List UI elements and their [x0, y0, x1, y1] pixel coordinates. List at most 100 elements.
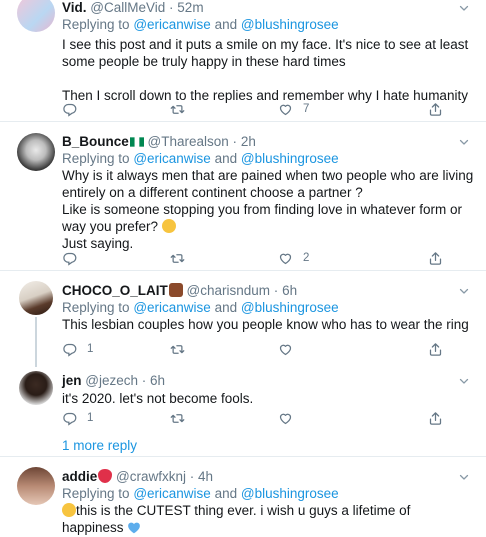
- separator: ·: [169, 0, 174, 15]
- mention-link[interactable]: @blushingrosee: [241, 17, 339, 32]
- mention-link[interactable]: @blushingrosee: [241, 300, 339, 315]
- mention-link[interactable]: @ericanwise: [133, 300, 210, 315]
- tweet-text: This lesbian couples how you people know…: [62, 317, 469, 332]
- retweet-button[interactable]: [170, 409, 185, 427]
- like-count: 7: [303, 103, 310, 115]
- strawberry-icon: [98, 469, 113, 483]
- reply-icon: [62, 102, 77, 117]
- user-handle[interactable]: @charisndum: [187, 283, 271, 298]
- replying-to: Replying to @ericanwise and @blushingros…: [62, 16, 474, 33]
- avatar[interactable]: [17, 467, 55, 505]
- user-handle[interactable]: @CallMeVid: [90, 0, 165, 15]
- share-button[interactable]: [428, 100, 443, 118]
- reply-button[interactable]: [62, 100, 77, 118]
- timestamp[interactable]: 2h: [241, 134, 256, 149]
- share-icon: [428, 342, 443, 357]
- reply-button[interactable]: 1: [62, 409, 93, 427]
- like-button[interactable]: 2: [278, 249, 309, 267]
- retweet-button[interactable]: [170, 340, 185, 358]
- blue-heart-icon: [128, 522, 141, 534]
- tweet-header: B_Bounce @Tharealson · 2h: [62, 134, 474, 150]
- retweet-button[interactable]: [170, 249, 185, 267]
- like-button[interactable]: 7: [278, 100, 309, 118]
- reply-button[interactable]: [62, 249, 77, 267]
- chocolate-icon: [168, 283, 183, 297]
- display-name[interactable]: addie: [62, 469, 97, 484]
- mention-link[interactable]: @blushingrosee: [241, 151, 339, 166]
- mention-link[interactable]: @ericanwise: [133, 17, 210, 32]
- chevron-down-icon[interactable]: [458, 375, 470, 387]
- user-handle[interactable]: @Tharealson: [148, 134, 229, 149]
- tweet-text-main: Why is it always men that are pained whe…: [62, 168, 474, 234]
- tweet-jen[interactable]: jen @jezech · 6h it's 2020. let's not be…: [62, 373, 474, 407]
- tweet-actions: 1: [62, 409, 342, 427]
- mention-link[interactable]: @blushingrosee: [241, 486, 339, 501]
- retweet-button[interactable]: [170, 100, 185, 118]
- replying-to: Replying to @ericanwise and @blushingros…: [62, 485, 474, 502]
- avatar[interactable]: [19, 281, 53, 315]
- tweet-vid[interactable]: Vid. @CallMeVid · 52m Replying to @erica…: [0, 0, 486, 122]
- retweet-icon: [170, 411, 185, 426]
- chevron-down-icon[interactable]: [458, 136, 470, 148]
- timestamp[interactable]: 52m: [177, 0, 203, 15]
- user-handle[interactable]: @jezech: [85, 373, 138, 388]
- timestamp[interactable]: 4h: [198, 469, 213, 484]
- tweet-actions: 2: [62, 249, 342, 267]
- reply-icon: [62, 342, 77, 357]
- chevron-down-icon[interactable]: [458, 2, 470, 14]
- tweet-header: CHOCO_O_LAIT @charisndum · 6h: [62, 283, 474, 299]
- thinking-face-icon: [161, 219, 176, 233]
- share-icon: [428, 251, 443, 266]
- display-name[interactable]: B_Bounce: [62, 134, 129, 149]
- reply-count: 1: [87, 412, 94, 424]
- tweet-header: Vid. @CallMeVid · 52m: [62, 0, 474, 16]
- timestamp[interactable]: 6h: [282, 283, 297, 298]
- reply-icon: [62, 251, 77, 266]
- and-label: and: [214, 151, 238, 166]
- nigeria-flag-icon: [129, 137, 144, 147]
- tweet-text-main: this is the CUTEST thing ever. i wish u …: [62, 503, 415, 535]
- reply-button[interactable]: 1: [62, 340, 93, 358]
- avatar[interactable]: [17, 133, 55, 171]
- mention-link[interactable]: @ericanwise: [133, 151, 210, 166]
- tweet-choco[interactable]: CHOCO_O_LAIT @charisndum · 6h Replying t…: [62, 283, 474, 333]
- share-button[interactable]: [428, 409, 443, 427]
- separator: ·: [189, 469, 195, 484]
- heart-icon: [278, 102, 293, 117]
- more-replies-link[interactable]: 1 more reply: [62, 438, 137, 453]
- chevron-down-icon[interactable]: [458, 471, 470, 483]
- retweet-icon: [170, 342, 185, 357]
- like-button[interactable]: [278, 409, 293, 427]
- tweet-addie[interactable]: addie @crawfxknj · 4h Replying to @erica…: [0, 457, 486, 537]
- replying-label: Replying to: [62, 17, 130, 32]
- tweet-text: Why is it always men that are pained whe…: [62, 167, 474, 235]
- smiling-face-icon: [62, 503, 76, 517]
- reply-icon: [62, 411, 77, 426]
- mention-link[interactable]: @ericanwise: [133, 486, 210, 501]
- chevron-down-icon[interactable]: [458, 285, 470, 297]
- avatar[interactable]: [19, 371, 53, 405]
- replying-to: Replying to @ericanwise and @blushingros…: [62, 299, 474, 316]
- tweet-text: this is the CUTEST thing ever. i wish u …: [62, 502, 474, 536]
- display-name[interactable]: jen: [62, 373, 82, 388]
- share-button[interactable]: [428, 340, 443, 358]
- timestamp[interactable]: 6h: [150, 373, 165, 388]
- user-handle[interactable]: @crawfxknj: [116, 469, 186, 484]
- separator: ·: [141, 373, 147, 388]
- tweet-actions: 7: [62, 100, 342, 118]
- and-label: and: [214, 486, 238, 501]
- reply-count: 1: [87, 343, 94, 355]
- retweet-icon: [170, 251, 185, 266]
- avatar[interactable]: [17, 0, 55, 32]
- like-button[interactable]: [278, 340, 293, 358]
- tweet-header: addie @crawfxknj · 4h: [62, 469, 474, 485]
- display-name[interactable]: Vid.: [62, 0, 87, 15]
- replying-label: Replying to: [62, 151, 130, 166]
- tweet-header: jen @jezech · 6h: [62, 373, 474, 389]
- replying-label: Replying to: [62, 486, 130, 501]
- share-button[interactable]: [428, 249, 443, 267]
- tweet-thread: CHOCO_O_LAIT @charisndum · 6h Replying t…: [0, 271, 486, 457]
- retweet-icon: [170, 102, 185, 117]
- display-name[interactable]: CHOCO_O_LAIT: [62, 283, 168, 298]
- tweet-b-bounce[interactable]: B_Bounce @Tharealson · 2h Replying to @e…: [0, 122, 486, 271]
